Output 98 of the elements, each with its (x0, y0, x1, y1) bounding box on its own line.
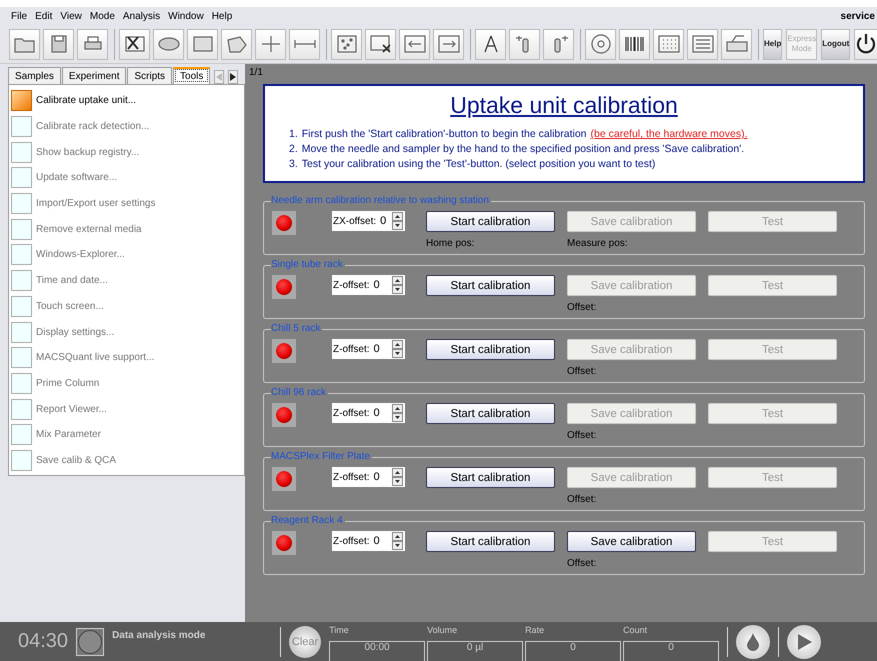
readout-field: 0 (525, 641, 622, 661)
step-number: 3. (289, 157, 298, 172)
barcode-icon[interactable] (619, 28, 650, 60)
sidebar-item[interactable]: Windows-Explorer... (36, 249, 125, 260)
readout-field: 0 µl (427, 641, 524, 661)
position-label: Offset: (567, 430, 598, 441)
start-calibration-button[interactable]: Start calibration (426, 275, 555, 296)
sidebar-item[interactable]: Update software... (36, 172, 118, 184)
mode-label: Data analysis mode (112, 630, 206, 641)
printer-icon[interactable] (77, 28, 108, 60)
readout-field: 0 (623, 641, 720, 661)
page-indicator: 1/1 (249, 67, 263, 78)
menu-item[interactable]: View (60, 10, 82, 22)
start-calibration-button[interactable]: Start calibration (426, 403, 555, 424)
start-calibration-button[interactable]: Start calibration (426, 531, 555, 552)
step-number: 2. (289, 142, 298, 157)
group-title: Reagent Rack 4 (271, 515, 345, 526)
status-led-icon (272, 467, 296, 491)
step-text: Test your calibration using the 'Test'-button. (select position you want to test) (302, 157, 656, 172)
start-calibration-button[interactable]: Start calibration (426, 467, 555, 488)
sidebar-item[interactable]: Remove external media (36, 224, 142, 235)
rectangle-icon[interactable] (187, 28, 218, 60)
save-calibration-button[interactable]: Save calibration (567, 531, 696, 552)
status-indicator-icon (76, 628, 104, 656)
group-title: Chill 96 rack (271, 387, 328, 398)
tab[interactable]: Samples (8, 67, 61, 84)
menu-item[interactable]: Mode (90, 10, 115, 22)
folder-icon[interactable] (9, 28, 40, 60)
start-calibration-button[interactable]: Start calibration (426, 211, 555, 232)
sidebar-item[interactable]: Save calib & QCA (36, 454, 116, 466)
tab[interactable]: Tools (173, 67, 210, 84)
offset-spinner[interactable]: Z-offset: 0 (332, 275, 405, 295)
menu-item[interactable]: File (11, 10, 28, 22)
sidebar-item[interactable]: Import/Export user settings (36, 198, 156, 210)
range-icon[interactable] (289, 28, 320, 60)
menu-item[interactable]: Analysis (122, 10, 160, 22)
sidebar-item[interactable]: Show backup registry... (36, 146, 140, 158)
step-text: First push the 'Start calibration'-button to begin the calibration (be careful, the hardware moves). (302, 127, 748, 142)
scroll-right-button[interactable] (228, 70, 238, 84)
tab[interactable]: Experiment (62, 67, 126, 84)
menu-item[interactable]: Help (212, 10, 232, 22)
position-label: Offset: (567, 366, 598, 377)
status-led-icon (272, 339, 296, 363)
status-led-icon (272, 531, 296, 555)
status-led-icon (272, 211, 296, 235)
user-name: service (840, 10, 875, 22)
window-close-icon[interactable] (365, 28, 396, 60)
position-label: Offset: (567, 302, 598, 313)
polygon-icon[interactable] (221, 28, 252, 60)
sidebar-item[interactable]: Display settings... (36, 326, 114, 338)
drop-icon[interactable] (736, 624, 770, 658)
position-label: Offset: (567, 558, 598, 569)
tab[interactable]: Scripts (127, 67, 172, 84)
readout-field: 00:00 (329, 641, 426, 661)
sidebar-item[interactable]: Report Viewer... (36, 404, 107, 415)
group-title: MACSPlex Filter Plate (271, 451, 372, 462)
power-icon[interactable] (854, 28, 877, 60)
offset-spinner[interactable]: Z-offset: 0 (332, 403, 405, 423)
play-icon[interactable] (787, 624, 822, 658)
sidebar-item[interactable]: Calibrate rack detection... (36, 121, 150, 132)
step-number: 1. (289, 127, 298, 142)
plate-grid-icon[interactable] (653, 28, 684, 60)
start-calibration-button[interactable]: Start calibration (426, 339, 555, 360)
page-title: Uptake unit calibration (450, 92, 678, 119)
position-label: Home pos: (426, 238, 476, 249)
sidebar-item[interactable]: Mix Parameter (36, 429, 102, 440)
sidebar-item[interactable]: Touch screen... (36, 300, 104, 312)
position-label: Offset: (567, 494, 598, 505)
position-label: Measure pos: (567, 238, 629, 249)
menu-item[interactable]: Window (168, 10, 204, 22)
menu-item[interactable]: Edit (35, 10, 52, 22)
sidebar-item[interactable]: MACSQuant live support... (36, 352, 154, 364)
cross-box-icon[interactable] (119, 28, 150, 60)
group-title: Chill 5 rack (271, 323, 322, 334)
step-text: Move the needle and sampler by the hand to the specified position and press 'Save calibration'. (302, 142, 744, 157)
group-title: Needle arm calibration relative to washing station (271, 195, 491, 206)
sidebar-item[interactable]: Calibrate uptake unit... (36, 95, 136, 106)
clock: 04:30 (18, 630, 68, 653)
field-label: Volume (427, 624, 458, 637)
status-led-icon (272, 403, 296, 427)
sidebar-item[interactable]: Prime Column (36, 378, 100, 389)
arrow-right-box-icon[interactable] (433, 28, 464, 60)
status-led-icon (272, 275, 296, 299)
arrow-left-box-icon[interactable] (399, 28, 430, 60)
scatter-dots-icon[interactable] (331, 28, 362, 60)
field-label: Count (623, 624, 648, 637)
group-title: Single tube rack (271, 259, 345, 270)
field-label: Rate (525, 624, 546, 637)
offset-spinner[interactable]: Z-offset: 0 (332, 339, 405, 359)
crosshair-icon[interactable] (255, 28, 286, 60)
offset-spinner[interactable]: ZX-offset: 0 (332, 211, 405, 231)
offset-spinner[interactable]: Z-offset: 0 (332, 531, 405, 551)
toolbar-button[interactable]: Logout (821, 28, 850, 60)
offset-spinner[interactable]: Z-offset: 0 (332, 467, 405, 487)
toolbar-button[interactable]: Help (763, 28, 782, 60)
sidebar-item[interactable]: Time and date... (36, 275, 108, 286)
list-window-icon[interactable] (687, 28, 718, 60)
field-label: Time (329, 624, 350, 637)
